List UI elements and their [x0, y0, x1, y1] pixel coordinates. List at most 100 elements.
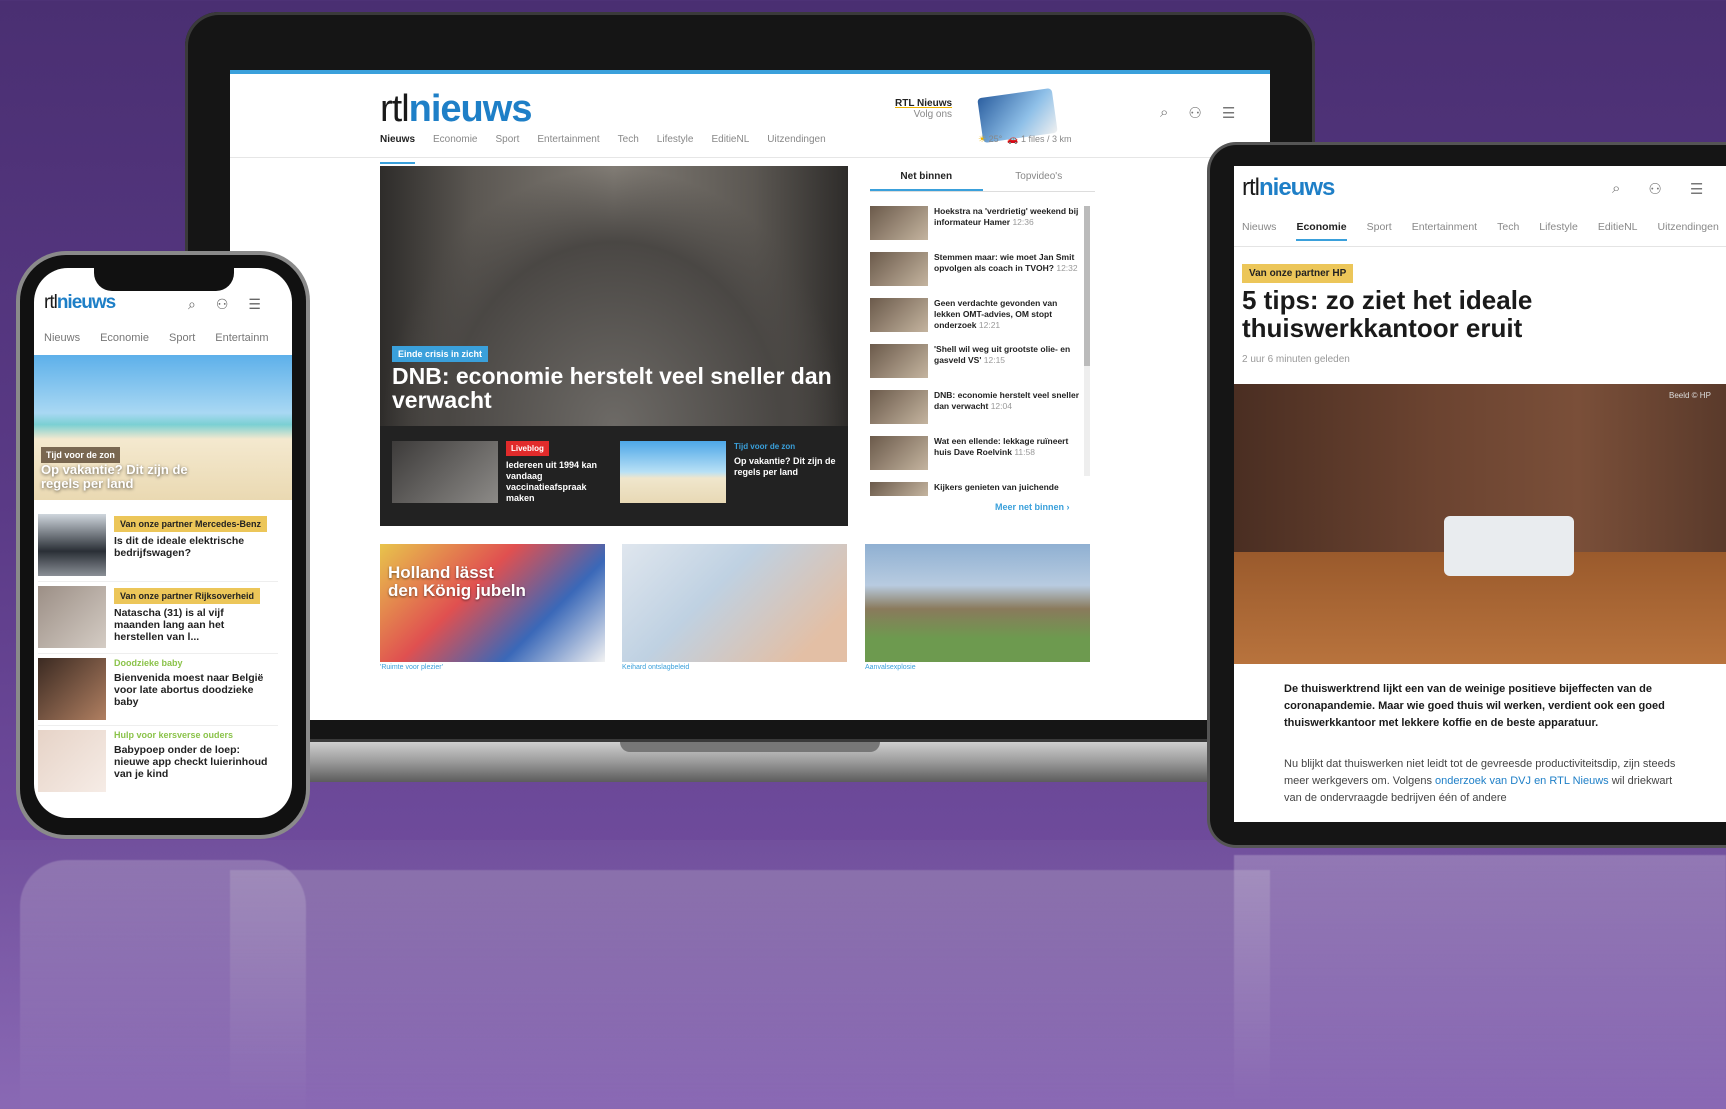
list-item-text: Doodzieke baby Bienvenida moest naar Bel…	[114, 658, 272, 708]
body-link[interactable]: onderzoek van DVJ en RTL Nieuws	[1435, 775, 1609, 787]
nav-uitzendingen[interactable]: Uitzendingen	[767, 134, 825, 164]
list-item-text: 'Shell wil weg uit grootste olie- en gas…	[934, 344, 1080, 390]
nav-lifestyle[interactable]: Lifestyle	[1539, 221, 1578, 241]
tablet-header: rtlnieuws ⌕ ⚇ ☰	[1242, 174, 1722, 204]
list-item-thumb	[870, 252, 928, 286]
nav-editienl[interactable]: EditieNL	[1598, 221, 1638, 241]
list-item-time: 12:15	[983, 355, 1006, 365]
list-item-title: Natascha (31) is al vijf maanden lang aa…	[114, 607, 225, 643]
phone-screen: rtlnieuws ⌕ ⚇ ☰ Nieuws Economie Sport En…	[34, 268, 292, 818]
list-item[interactable]: Kijkers genieten van juichende	[870, 482, 1080, 496]
nav-economie[interactable]: Economie	[100, 332, 149, 344]
card-caption[interactable]: 'Ruimte voor plezier'	[380, 664, 443, 671]
list-item-text: Wat een ellende: lekkage ruïneert huis D…	[934, 436, 1080, 482]
sub-article-vakantie[interactable]: Tijd voor de zon Op vakantie? Dit zijn d…	[620, 441, 840, 505]
header-divider	[1234, 246, 1726, 247]
user-icon[interactable]: ⚇	[1648, 180, 1661, 198]
logo-nieuws: nieuws	[408, 88, 533, 130]
logo-rtl: rtl	[44, 292, 58, 313]
nav-editienl[interactable]: EditieNL	[711, 134, 749, 164]
nav-lifestyle[interactable]: Lifestyle	[657, 134, 694, 164]
card-caption[interactable]: Keihard ontslagbeleid	[622, 664, 689, 671]
nav-sport[interactable]: Sport	[1367, 221, 1392, 241]
list-item-thumb	[870, 390, 928, 424]
list-item-time: 12:36	[1012, 217, 1034, 227]
list-item-title: Kijkers genieten van juichende	[934, 482, 1059, 492]
news-list: Hoekstra na 'verdrietig' weekend bij inf…	[870, 206, 1080, 496]
card-caption[interactable]: Aanvalsexplosie	[865, 664, 916, 671]
list-item-thumb	[38, 586, 106, 648]
list-item-thumb	[38, 658, 106, 720]
scrollbar-thumb[interactable]	[1084, 206, 1090, 366]
hero-title: Op vakantie? Dit zijn de regels per land	[41, 462, 188, 491]
nav-sport[interactable]: Sport	[495, 134, 519, 164]
list-item[interactable]: Stemmen maar: wie moet Jan Smit opvolgen…	[870, 252, 1080, 298]
side-tabs: Net binnen Topvideo's	[870, 166, 1095, 192]
nav-tech[interactable]: Tech	[618, 134, 639, 164]
more-net-binnen-link[interactable]: Meer net binnen ›	[995, 502, 1070, 512]
search-icon[interactable]: ⌕	[188, 296, 196, 313]
phone-header-icons: ⌕ ⚇ ☰	[188, 296, 261, 313]
weather-traffic[interactable]: ☀ 25° 🚗 1 files / 3 km	[978, 134, 1071, 145]
list-item[interactable]: DNB: economie herstelt veel sneller dan …	[870, 390, 1080, 436]
sub-article-image	[620, 441, 726, 503]
traffic-info: 1 files / 3 km	[1020, 134, 1072, 144]
nav-entertainment[interactable]: Entertainment	[1412, 221, 1477, 241]
list-item[interactable]: 'Shell wil weg uit grootste olie- en gas…	[870, 344, 1080, 390]
list-item-title: Stemmen maar: wie moet Jan Smit opvolgen…	[934, 252, 1075, 273]
nav-tech[interactable]: Tech	[1497, 221, 1519, 241]
article-card-water[interactable]	[622, 544, 847, 662]
rtl-nieuws-logo[interactable]: rtlnieuws	[380, 88, 533, 131]
list-item-text: DNB: economie herstelt veel sneller dan …	[934, 390, 1080, 436]
printer-illustration	[1444, 516, 1574, 576]
nav-entertainment[interactable]: Entertainment	[537, 134, 599, 164]
article-card-holland[interactable]: Holland lässt den König jubeln	[380, 544, 605, 662]
nav-uitzendingen[interactable]: Uitzendingen	[1658, 221, 1719, 241]
phone-hero-article[interactable]: Tijd voor de zon Op vakantie? Dit zijn d…	[34, 355, 292, 500]
phone-article-list: Van onze partner Mercedes-Benz Is dit de…	[38, 510, 278, 798]
list-item[interactable]: Doodzieke baby Bienvenida moest naar Bel…	[38, 654, 278, 726]
phone-notch	[94, 265, 234, 291]
menu-icon[interactable]: ☰	[1690, 180, 1703, 198]
search-icon[interactable]: ⌕	[1160, 104, 1168, 122]
tablet-nav: Nieuws Economie Sport Entertainment Tech…	[1242, 221, 1726, 241]
menu-icon[interactable]: ☰	[248, 296, 261, 313]
tab-net-binnen[interactable]: Net binnen	[870, 166, 983, 191]
list-item[interactable]: Hulp voor kersverse ouders Babypoep onde…	[38, 726, 278, 798]
more-link-label: Meer net binnen	[995, 502, 1065, 512]
list-item[interactable]: Van onze partner Mercedes-Benz Is dit de…	[38, 510, 278, 582]
nav-entertainment[interactable]: Entertainm	[215, 332, 268, 344]
logo-rtl: rtl	[380, 88, 410, 130]
nav-nieuws[interactable]: Nieuws	[380, 134, 416, 164]
header-icons: ⌕ ⚇ ☰	[1160, 104, 1235, 122]
article-card-landscape[interactable]	[865, 544, 1090, 662]
nav-nieuws[interactable]: Nieuws	[1242, 221, 1276, 241]
list-item-time: 11:58	[1014, 447, 1035, 457]
nav-economie[interactable]: Economie	[433, 134, 477, 164]
nav-nieuws[interactable]: Nieuws	[44, 332, 80, 344]
user-icon[interactable]: ⚇	[1188, 104, 1201, 122]
car-icon: 🚗	[1007, 134, 1019, 144]
nav-economie[interactable]: Economie	[1296, 221, 1347, 241]
hero-article[interactable]: Einde crisis in zicht DNB: economie hers…	[380, 166, 848, 526]
sub-article-liveblog[interactable]: Liveblog Iedereen uit 1994 kan vandaag v…	[392, 441, 612, 505]
nav-sport[interactable]: Sport	[169, 332, 195, 344]
list-item[interactable]: Geen verdachte gevonden van lekken OMT-a…	[870, 298, 1080, 344]
list-item-title: Bienvenida moest naar België voor late a…	[114, 672, 264, 708]
tab-topvideos[interactable]: Topvideo's	[983, 166, 1096, 191]
logo-rtl: rtl	[1242, 174, 1260, 201]
list-scrollbar[interactable]	[1084, 206, 1090, 476]
card-image-headline: Holland lässt den König jubeln	[388, 563, 526, 600]
list-item-thumb	[870, 344, 928, 378]
article-tag: Hulp voor kersverse ouders	[114, 730, 234, 740]
search-icon[interactable]: ⌕	[1612, 180, 1620, 198]
weather-temp: 25°	[988, 134, 1003, 144]
list-item[interactable]: Wat een ellende: lekkage ruïneert huis D…	[870, 436, 1080, 482]
follow-block[interactable]: RTL Nieuws Volg ons	[895, 98, 952, 120]
list-item-time: 12:32	[1056, 263, 1078, 273]
list-item[interactable]: Van onze partner Rijksoverheid Natascha …	[38, 582, 278, 654]
user-icon[interactable]: ⚇	[216, 296, 229, 313]
hero-tag: Einde crisis in zicht	[392, 346, 489, 362]
menu-icon[interactable]: ☰	[1222, 104, 1235, 122]
list-item[interactable]: Hoekstra na 'verdrietig' weekend bij inf…	[870, 206, 1080, 252]
